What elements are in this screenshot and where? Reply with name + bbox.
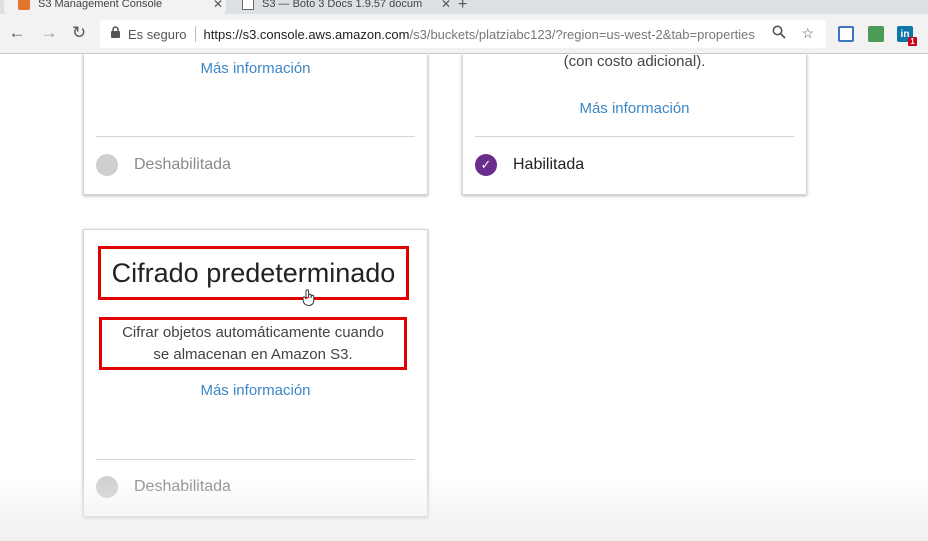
forward-arrow-icon[interactable]: → [38, 22, 60, 44]
properties-card-1[interactable]: Más información Deshabilitada [83, 55, 428, 195]
zoom-icon[interactable] [772, 25, 786, 42]
notification-badge: 1 [908, 37, 917, 46]
default-encryption-card[interactable]: Cifrado predeterminado Cifrar objetos au… [83, 229, 428, 517]
extension-inbox-icon[interactable] [868, 26, 884, 42]
more-info-link[interactable]: Más información [84, 382, 427, 399]
status-row: Deshabilitada [96, 154, 231, 176]
tab-title: S3 Management Console [38, 0, 163, 10]
more-info-link[interactable]: Más información [463, 100, 806, 117]
card-description: Cifrar objetos automáticamente cuando se… [99, 317, 407, 370]
new-tab-icon[interactable]: + [458, 0, 467, 14]
page-content: Más información Deshabilitada eventos de… [0, 55, 928, 541]
card-description: eventos de datos de CloudTrail (con cost… [563, 55, 706, 70]
back-arrow-icon[interactable]: ← [6, 22, 28, 44]
status-text: Deshabilitada [134, 478, 231, 495]
tab-boto3-docs[interactable]: S3 — Boto 3 Docs 1.9.57 docum ✕ [230, 0, 454, 14]
checkmark-icon: ✓ [475, 154, 497, 176]
browser-toolbar: ← → ↻ Es seguro https://s3.console.aws.a… [0, 14, 928, 54]
description-line-2: se almacenan en Amazon S3. [153, 346, 353, 363]
status-row: Deshabilitada [96, 476, 231, 498]
address-separator [194, 26, 196, 42]
document-icon [242, 0, 254, 10]
tab-title: S3 — Boto 3 Docs 1.9.57 docum [262, 0, 423, 10]
status-text: Deshabilitada [134, 156, 231, 173]
properties-card-2[interactable]: eventos de datos de CloudTrail (con cost… [462, 55, 807, 195]
aws-icon [18, 0, 30, 10]
lock-icon [110, 26, 122, 42]
card-divider [96, 136, 415, 137]
reload-icon[interactable]: ↻ [68, 22, 90, 44]
description-line-1: Cifrar objetos automáticamente cuando [122, 324, 384, 341]
url-host: https://s3.console.aws.amazon.com [203, 26, 410, 42]
browser-tab-strip: S3 Management Console ✕ S3 — Boto 3 Docs… [0, 0, 928, 14]
url-path: /s3/buckets/platziabc123/?region=us-west… [409, 26, 755, 42]
card-title: Cifrado predeterminado [98, 246, 409, 300]
more-info-link[interactable]: Más información [84, 60, 427, 77]
tab-s3-console[interactable]: S3 Management Console ✕ [4, 0, 226, 14]
bookmark-star-icon[interactable]: ☆ [801, 25, 814, 42]
address-bar[interactable]: Es seguro https://s3.console.aws.amazon.… [100, 20, 826, 48]
disabled-status-icon [96, 154, 118, 176]
status-text: Habilitada [513, 156, 585, 173]
close-icon[interactable]: ✕ [438, 0, 454, 11]
disabled-status-icon [96, 476, 118, 498]
status-row: ✓ Habilitada [475, 154, 584, 176]
card-divider [96, 459, 415, 460]
card-divider [475, 136, 794, 137]
secure-label: Es seguro [128, 26, 187, 42]
hand-cursor-icon [302, 289, 316, 310]
linkedin-icon[interactable]: in 1 [897, 26, 917, 46]
close-icon[interactable]: ✕ [210, 0, 226, 11]
extension-c-icon[interactable] [838, 26, 854, 42]
